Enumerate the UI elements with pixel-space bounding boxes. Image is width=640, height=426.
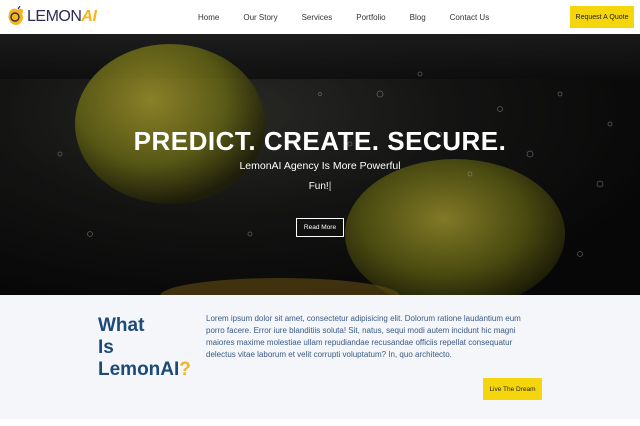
about-section: What Is LemonAI? Lorem ipsum dolor sit a… [0, 295, 640, 419]
hero-title: PREDICT. CREATE. SECURE. [133, 126, 507, 156]
nav-link-our-story[interactable]: Our Story [243, 13, 277, 22]
typing-cursor: | [328, 181, 332, 192]
logo-wordmark: LEMONAI [27, 8, 97, 25]
about-heading-question-mark: ? [179, 359, 191, 380]
hero-subtitle: LemonAI Agency Is More Powerful [239, 160, 401, 172]
nav-link-portfolio[interactable]: Portfolio [356, 13, 385, 22]
about-heading-line1: What [98, 315, 145, 336]
nav-link-blog[interactable]: Blog [410, 13, 426, 22]
about-heading-line3: LemonAI [98, 359, 180, 380]
nav-link-services[interactable]: Services [302, 13, 333, 22]
brand-logo[interactable]: LEMONAI [6, 5, 97, 29]
nav-link-home[interactable]: Home [198, 13, 219, 22]
lemon-logo-icon [8, 6, 24, 25]
about-heading: What Is LemonAI? [98, 315, 208, 381]
live-the-dream-button[interactable]: Live The Dream [483, 378, 542, 400]
read-more-button[interactable]: Read More [296, 218, 344, 237]
logo-suffix: AI [81, 8, 97, 25]
nav-link-contact-us[interactable]: Contact Us [450, 13, 490, 22]
site-header: LEMONAI Home Our Story Services Portfoli… [0, 0, 640, 34]
request-quote-button[interactable]: Request A Quote [570, 6, 634, 28]
hero-typed-text: Fun!| [0, 181, 640, 192]
logo-prefix: LEMON [27, 8, 82, 25]
typed-word: Fun! [308, 181, 329, 192]
about-body-text: Lorem ipsum dolor sit amet, consectetur … [206, 314, 521, 359]
about-heading-line2: Is [98, 337, 114, 358]
hero-section: PREDICT. CREATE. SECURE. LemonAI Agency … [0, 34, 640, 295]
main-nav: Home Our Story Services Portfolio Blog C… [198, 0, 513, 34]
page-bottom-strip [0, 419, 640, 426]
